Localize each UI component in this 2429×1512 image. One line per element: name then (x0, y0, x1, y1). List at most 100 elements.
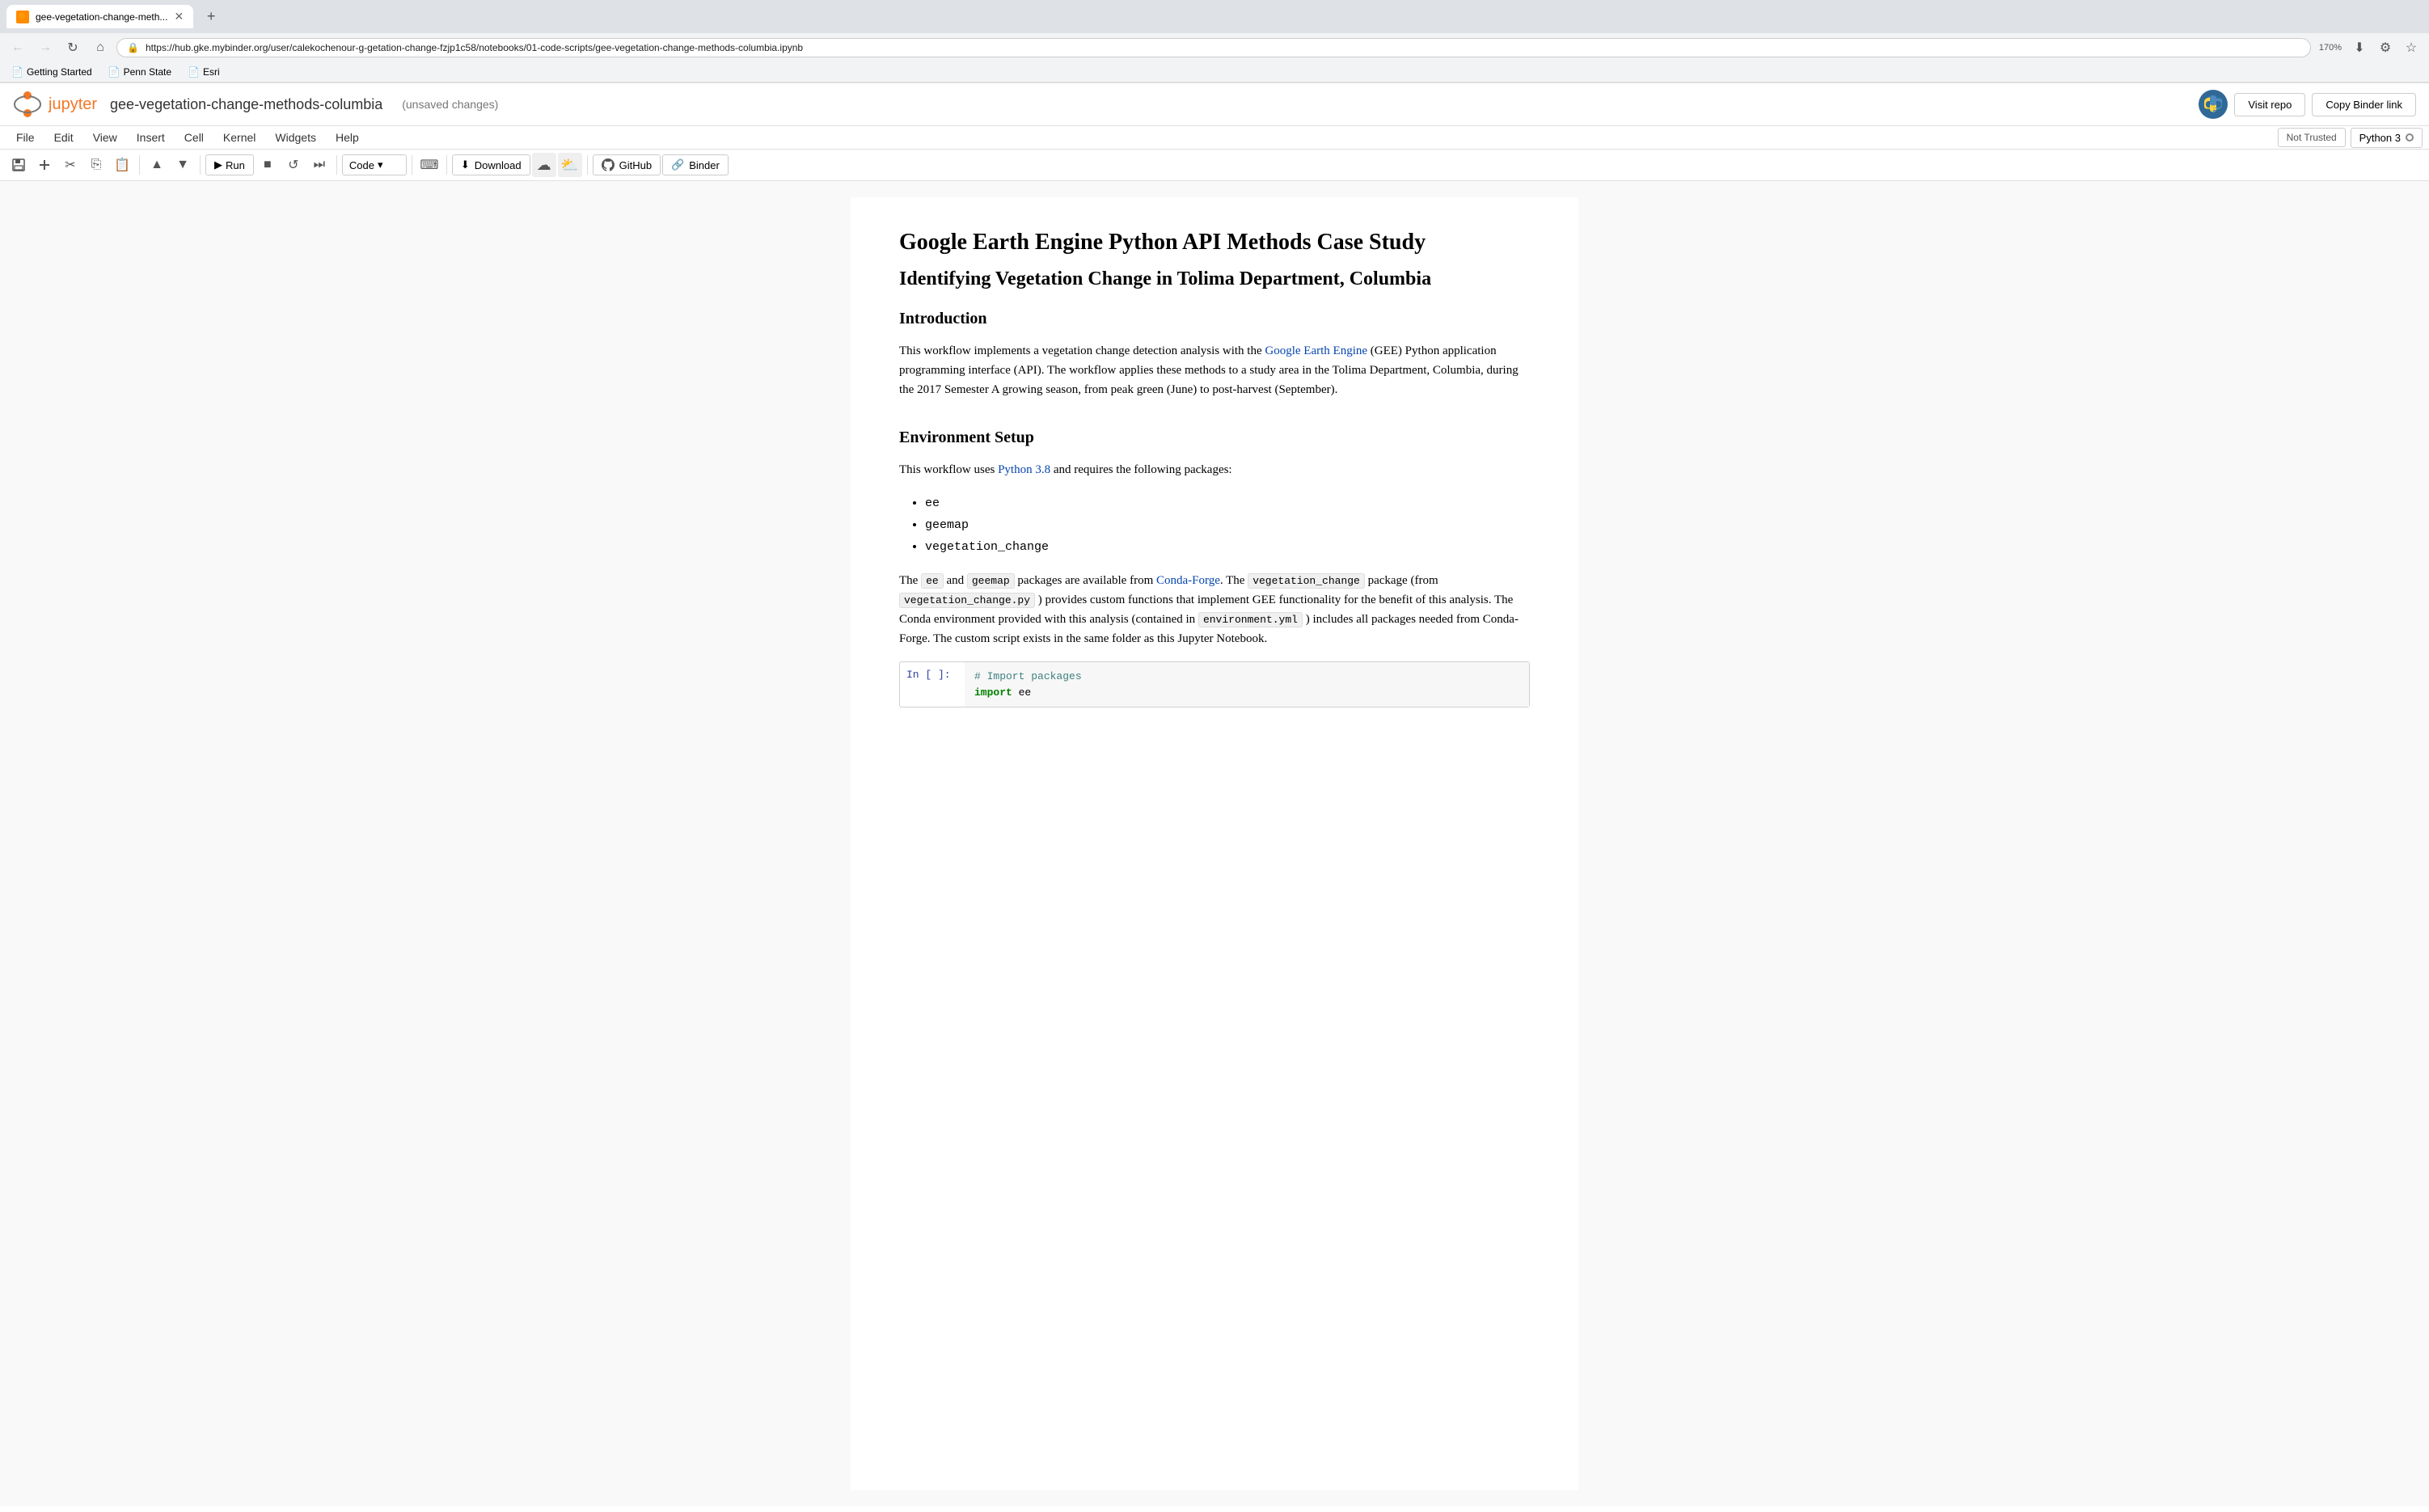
add-icon (37, 158, 52, 172)
jupyter-logo-svg (13, 90, 42, 119)
new-tab-button[interactable]: + (200, 6, 222, 28)
toolbar: ✂ ⎘ 📋 ▲ ▼ ▶ Run ■ ↺ ⏭ Code ▾ ⌨ ⬇ (0, 150, 2429, 181)
code-content: # Import packages import ee (965, 662, 1529, 707)
kernel-indicator[interactable]: Python 3 (2351, 128, 2423, 148)
jupyter-logo: jupyter (13, 90, 97, 119)
jupyter-container: jupyter gee-vegetation-change-methods-co… (0, 83, 2429, 1506)
visit-repo-button[interactable]: Visit repo (2234, 93, 2305, 116)
url-text: https://hub.gke.mybinder.org/user/caleko… (146, 42, 2300, 53)
tab-favicon: 🟠 (16, 11, 29, 23)
save-icon (11, 158, 26, 172)
restart-run-all-button[interactable]: ⏭ (307, 153, 332, 177)
menu-help[interactable]: Help (326, 126, 369, 149)
env-yml-code: environment.yml (1198, 612, 1303, 627)
download-label: Download (475, 159, 522, 171)
code-var-ee: ee (1012, 686, 1031, 699)
zoom-level[interactable]: 170% (2316, 36, 2345, 59)
github-label: GitHub (619, 159, 652, 171)
code-cell[interactable]: In [ ]: # Import packages import ee (899, 661, 1530, 707)
back-button[interactable]: ← (6, 36, 29, 59)
env-paragraph-2: The ee and geemap packages are available… (899, 571, 1530, 648)
bookmark-button[interactable]: ☆ (2400, 36, 2423, 59)
forward-button[interactable]: → (34, 36, 57, 59)
extensions-button[interactable]: ⚙ (2374, 36, 2397, 59)
github-button[interactable]: GitHub (593, 154, 661, 175)
package-list: ee geemap vegetation_change (925, 492, 1530, 558)
bookmark-icon: 📄 (188, 66, 200, 78)
menu-kernel[interactable]: Kernel (213, 126, 265, 149)
code-line-1: # Import packages (974, 669, 1519, 685)
menu-cell[interactable]: Cell (175, 126, 213, 149)
move-up-button[interactable]: ▲ (145, 153, 169, 177)
header-actions: Visit repo Copy Binder link (2199, 90, 2416, 119)
separator-3 (336, 155, 337, 175)
kernel-name: Python 3 (2359, 132, 2401, 144)
nav-bar: ← → ↻ ⌂ 🔒 https://hub.gke.mybinder.org/u… (0, 33, 2429, 62)
paste-button[interactable]: 📋 (110, 153, 134, 177)
cell-type-select[interactable]: Code ▾ (342, 154, 407, 175)
jupyter-header: jupyter gee-vegetation-change-methods-co… (0, 83, 2429, 126)
python-link[interactable]: Python 3.8 (998, 463, 1050, 476)
not-trusted-badge[interactable]: Not Trusted (2278, 128, 2346, 147)
copy-button[interactable]: ⎘ (84, 153, 108, 177)
cut-button[interactable]: ✂ (58, 153, 82, 177)
title-bar: 🟠 gee-vegetation-change-meth... ✕ + (0, 0, 2429, 33)
notebook-inner: Google Earth Engine Python API Methods C… (851, 197, 1578, 1490)
conda-forge-link[interactable]: Conda-Forge (1156, 574, 1220, 587)
menu-edit[interactable]: Edit (44, 126, 83, 149)
binder-icon: 🔗 (671, 158, 684, 171)
veg-change-code: vegetation_change (1248, 573, 1365, 589)
stop-button[interactable]: ■ (256, 153, 280, 177)
code-comment: # Import packages (974, 670, 1082, 682)
notebook-subtitle: Identifying Vegetation Change in Tolima … (899, 268, 1530, 290)
cloud-upload-button[interactable]: ☁ (532, 153, 556, 177)
run-label: Run (226, 159, 245, 171)
add-cell-button[interactable] (32, 153, 57, 177)
separator-1 (139, 155, 140, 175)
env-heading: Environment Setup (899, 429, 1530, 447)
menu-bar: File Edit View Insert Cell Kernel Widget… (0, 126, 2429, 150)
binder-label: Binder (689, 159, 720, 171)
gee-link[interactable]: Google Earth Engine (1265, 344, 1367, 357)
downloads-button[interactable]: ⬇ (2348, 36, 2371, 59)
menu-view[interactable]: View (83, 126, 127, 149)
package-item-ee: ee (925, 492, 1530, 514)
binder-button[interactable]: 🔗 Binder (662, 154, 729, 175)
menu-widgets[interactable]: Widgets (265, 126, 326, 149)
bookmark-label: Esri (203, 66, 220, 78)
run-button[interactable]: ▶ Run (205, 154, 254, 175)
tab-close-button[interactable]: ✕ (174, 10, 184, 23)
notebook-content[interactable]: Google Earth Engine Python API Methods C… (0, 181, 2429, 1506)
cell-prompt: In [ ]: (900, 662, 965, 681)
bookmark-penn-state[interactable]: 📄 Penn State (103, 65, 176, 79)
address-bar[interactable]: 🔒 https://hub.gke.mybinder.org/user/cale… (116, 38, 2311, 57)
browser-chrome: 🟠 gee-vegetation-change-meth... ✕ + ← → … (0, 0, 2429, 83)
tab-title: gee-vegetation-change-meth... (36, 11, 167, 23)
python-logo (2199, 90, 2228, 119)
package-item-veg-change: vegetation_change (925, 536, 1530, 558)
menu-file[interactable]: File (6, 126, 44, 149)
bookmark-esri[interactable]: 📄 Esri (183, 65, 225, 79)
copy-binder-link-button[interactable]: Copy Binder link (2312, 93, 2416, 116)
restart-button[interactable]: ↺ (281, 153, 306, 177)
jupyter-text: jupyter (49, 95, 97, 114)
bookmark-icon: 📄 (11, 66, 23, 78)
bookmark-getting-started[interactable]: 📄 Getting Started (6, 65, 97, 79)
browser-tab[interactable]: 🟠 gee-vegetation-change-meth... ✕ (6, 5, 193, 28)
reload-button[interactable]: ↻ (61, 36, 84, 59)
menu-insert[interactable]: Insert (127, 126, 175, 149)
kernel-status-dot (2406, 133, 2414, 141)
run-icon: ▶ (214, 158, 222, 171)
code-cell-header: In [ ]: # Import packages import ee (900, 662, 1529, 707)
keyboard-shortcuts-button[interactable]: ⌨ (417, 153, 441, 177)
notebook-main-title: Google Earth Engine Python API Methods C… (899, 230, 1530, 256)
separator-6 (587, 155, 588, 175)
cloud-button2[interactable]: ⛅ (558, 153, 582, 177)
move-down-button[interactable]: ▼ (171, 153, 195, 177)
notebook-title[interactable]: gee-vegetation-change-methods-columbia (110, 96, 382, 113)
download-button[interactable]: ⬇ Download (452, 154, 530, 175)
code-line-2: import ee (974, 685, 1519, 701)
save-button[interactable] (6, 153, 31, 177)
home-button[interactable]: ⌂ (89, 36, 112, 59)
code-keyword-import: import (974, 686, 1012, 699)
